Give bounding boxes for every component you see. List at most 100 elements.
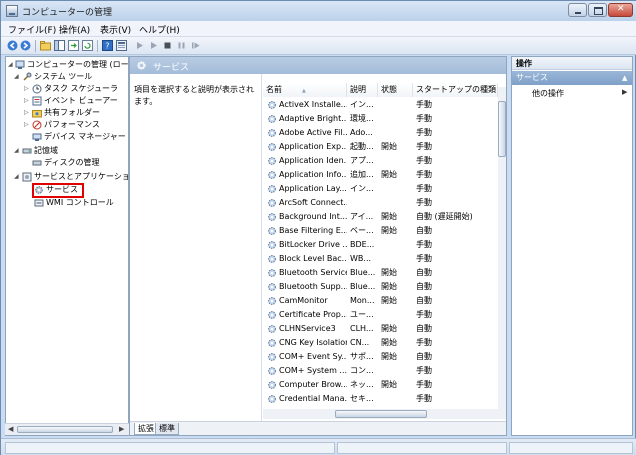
actions-section-services[interactable]: サービス ▲: [512, 71, 632, 85]
pause-icon[interactable]: [176, 40, 187, 51]
service-status: 開始: [381, 282, 397, 291]
service-gear-icon: [267, 394, 277, 404]
menu-action[interactable]: 操作(A): [59, 23, 90, 36]
service-row[interactable]: Bluetooth Supp... Blue... 開始 自動: [263, 280, 498, 294]
tree-item-event-viewer[interactable]: ▷ イベント ビューアー: [6, 95, 128, 107]
sort-arrow-icon: ▲: [302, 88, 306, 94]
tree-horizontal-scrollbar[interactable]: ◀ ▶: [5, 423, 129, 435]
service-row[interactable]: Application Info... 追加... 開始 手動: [263, 168, 498, 182]
tree-item-root[interactable]: ◢ コンピューターの管理 (ローカル): [6, 59, 128, 71]
column-header-description[interactable]: 説明: [347, 83, 378, 97]
help-icon[interactable]: ?: [102, 40, 113, 51]
collapse-icon[interactable]: ◢: [8, 62, 14, 68]
service-row[interactable]: Bluetooth Service Blue... 開始 自動: [263, 266, 498, 280]
scrollbar-thumb[interactable]: [498, 101, 506, 157]
service-status: 開始: [381, 380, 397, 389]
toolbar-separator: [35, 40, 36, 52]
list-vertical-scrollbar[interactable]: [498, 87, 506, 409]
service-name: Adobe Active Fil...: [279, 128, 347, 137]
tab-standard[interactable]: 標準: [155, 423, 179, 435]
menu-help[interactable]: ヘルプ(H): [139, 23, 180, 36]
computer-management-icon: [6, 5, 18, 17]
service-gear-icon: [267, 156, 277, 166]
toolbar-separator: [97, 40, 98, 52]
service-row[interactable]: CamMonitor Mon... 開始 自動: [263, 294, 498, 308]
collapse-icon[interactable]: ◢: [14, 74, 20, 80]
console-tree-icon[interactable]: [54, 40, 65, 51]
tree-item-disk-management[interactable]: ディスクの管理: [6, 157, 128, 169]
service-row[interactable]: Application Lay... イン... 手動: [263, 182, 498, 196]
restart-icon[interactable]: [190, 40, 201, 51]
service-row[interactable]: Credential Mana... セキ... 手動: [263, 392, 498, 406]
submenu-arrow-icon[interactable]: ▶: [622, 88, 627, 96]
stop-icon[interactable]: [162, 40, 173, 51]
tree-item-services-apps[interactable]: ◢ サービスとアプリケーション: [6, 171, 128, 183]
service-row[interactable]: ArcSoft Connect... 手動: [263, 196, 498, 210]
column-header-status[interactable]: 状態: [378, 83, 413, 97]
service-desc: Ado...: [350, 128, 373, 137]
service-row[interactable]: COM+ System ... コン... 手動: [263, 364, 498, 378]
service-row[interactable]: BitLocker Drive ... BDE... 手動: [263, 238, 498, 252]
more-actions-link[interactable]: 他の操作: [532, 88, 564, 99]
collapse-icon[interactable]: ◢: [14, 148, 20, 154]
service-row[interactable]: Certificate Prop... ユー... 手動: [263, 308, 498, 322]
back-arrow-icon[interactable]: [7, 40, 18, 51]
service-gear-icon: [267, 254, 277, 264]
expand-icon[interactable]: ▷: [24, 98, 30, 104]
close-button[interactable]: [608, 3, 633, 17]
up-folder-icon[interactable]: [40, 40, 51, 51]
column-header-startup[interactable]: スタートアップの種類: [413, 83, 498, 97]
tree-label: システム ツール: [34, 72, 93, 81]
tree-item-device-manager[interactable]: デバイス マネージャー: [6, 131, 128, 143]
scroll-right-icon[interactable]: ▶: [119, 425, 124, 433]
service-row[interactable]: CLHNService3 CLH... 開始 自動: [263, 322, 498, 336]
service-row[interactable]: ActiveX Installe... イン... 手動: [263, 98, 498, 112]
tree-item-task-scheduler[interactable]: ▷ タスク スケジューラ: [6, 83, 128, 95]
collapse-icon[interactable]: ◢: [14, 174, 20, 180]
column-header-name[interactable]: 名前 ▲: [263, 83, 347, 97]
service-name: CamMonitor: [279, 296, 328, 305]
refresh-icon[interactable]: [82, 40, 93, 51]
service-startup: 手動: [416, 394, 432, 403]
expand-icon[interactable]: ▷: [24, 122, 30, 128]
service-row[interactable]: Application Exp... 起動... 開始 手動: [263, 140, 498, 154]
column-label: 名前: [266, 85, 282, 94]
service-gear-icon: [267, 142, 277, 152]
service-row[interactable]: CNG Key Isolation CN... 開始 手動: [263, 336, 498, 350]
forward-arrow-icon[interactable]: [20, 40, 31, 51]
service-row[interactable]: Block Level Bac... WB... 手動: [263, 252, 498, 266]
service-row[interactable]: Computer Brow... ネッ... 開始 手動: [263, 378, 498, 392]
service-status: 開始: [381, 142, 397, 151]
export-list-icon[interactable]: [68, 40, 79, 51]
service-name: Bluetooth Supp...: [279, 282, 347, 291]
minimize-button[interactable]: [568, 3, 587, 17]
properties-icon[interactable]: [116, 40, 127, 51]
menu-view[interactable]: 表示(V): [100, 23, 131, 36]
scrollbar-thumb[interactable]: [335, 410, 427, 418]
tree-item-wmi[interactable]: WMI コントロール: [6, 197, 128, 209]
service-status: 開始: [381, 212, 397, 221]
scrollbar-thumb[interactable]: [17, 426, 113, 433]
tree-item-storage[interactable]: ◢ 記憶域: [6, 145, 128, 157]
expand-icon[interactable]: ▷: [24, 86, 30, 92]
scroll-left-icon[interactable]: ◀: [8, 425, 13, 433]
tree-item-system-tools[interactable]: ◢ システム ツール: [6, 71, 128, 83]
menu-file[interactable]: ファイル(F): [8, 23, 56, 36]
tree-item-shared-folders[interactable]: ▷ 共有フォルダー: [6, 107, 128, 119]
tree-item-performance[interactable]: ▷ パフォーマンス: [6, 119, 128, 131]
collapse-arrow-icon[interactable]: ▲: [622, 71, 627, 85]
service-gear-icon: [267, 338, 277, 348]
service-row[interactable]: Adaptive Bright... 環境... 手動: [263, 112, 498, 126]
service-row[interactable]: Adobe Active Fil... Ado... 手動: [263, 126, 498, 140]
service-row[interactable]: Application Iden... アプ... 手動: [263, 154, 498, 168]
play-alt-icon[interactable]: [148, 40, 159, 51]
expand-icon[interactable]: ▷: [24, 110, 30, 116]
service-name: BitLocker Drive ...: [279, 240, 347, 249]
list-horizontal-scrollbar[interactable]: [263, 409, 506, 419]
play-icon[interactable]: [134, 40, 145, 51]
service-row[interactable]: COM+ Event Sy... サポ... 開始 自動: [263, 350, 498, 364]
service-desc: イン...: [350, 100, 374, 109]
maximize-button[interactable]: [588, 3, 607, 17]
service-row[interactable]: Background Int... アイ... 開始 自動 (遅延開始): [263, 210, 498, 224]
service-row[interactable]: Base Filtering E... ベー... 開始 自動: [263, 224, 498, 238]
